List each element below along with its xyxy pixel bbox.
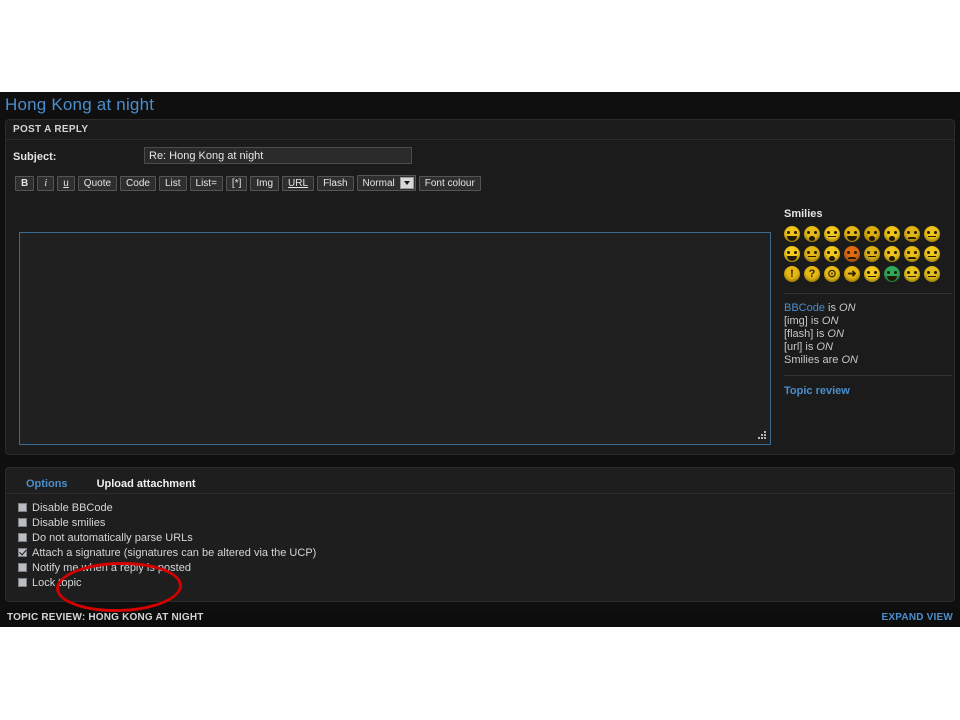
url-button[interactable]: URL (282, 176, 314, 191)
smiley-grin-icon[interactable] (784, 226, 800, 242)
smiley-arrow-icon[interactable]: ➜ (844, 266, 860, 282)
subject-label: Subject: (13, 151, 56, 163)
option-disable-bbcode[interactable]: Disable BBCode (18, 500, 316, 515)
smiley-sad-icon[interactable] (904, 226, 920, 242)
bbcode-toolbar: B i u Quote Code List List= [*] Img URL … (15, 175, 481, 191)
page-title: Hong Kong at night (5, 95, 154, 115)
bbcode-status-state: ON (839, 302, 856, 314)
smiley-love-icon[interactable] (884, 246, 900, 262)
bbcode-status-tag: [img] (784, 315, 808, 327)
topic-review-bar: Topic review: Hong Kong at night Expand … (0, 610, 960, 627)
option-notify-reply[interactable]: Notify me when a reply is posted (18, 560, 316, 575)
chevron-down-icon[interactable] (400, 177, 414, 189)
smiley-surprised-icon[interactable] (864, 226, 880, 242)
options-tabs: Options Upload attachment (18, 475, 204, 494)
code-button[interactable]: Code (120, 176, 156, 191)
smiley-cool-icon[interactable] (924, 226, 940, 242)
smiley-question-icon[interactable]: ? (804, 266, 820, 282)
font-colour-button[interactable]: Font colour (419, 176, 481, 191)
bbcode-status-list: BBCode is ON[img] is ON[flash] is ON[url… (784, 293, 952, 366)
checkbox-icon[interactable] (18, 518, 27, 527)
checkbox-icon[interactable] (18, 533, 27, 542)
page-root: Hong Kong at night Post a reply Subject:… (0, 0, 960, 720)
checkbox-icon[interactable] (18, 563, 27, 572)
bbcode-status-row: BBCode is ON (784, 302, 952, 314)
message-textarea[interactable] (19, 232, 771, 445)
font-size-select[interactable]: Normal (357, 175, 416, 191)
bbcode-status-state: ON (822, 315, 839, 327)
post-options-list: Disable BBCode Disable smilies Do not auto… (18, 500, 316, 590)
smilies-panel: Smilies !?⊙➜ BBCode is ON[img] is ON[fla… (784, 208, 952, 397)
option-attach-signature[interactable]: Attach a signature (signatures can be al… (18, 545, 316, 560)
flash-button[interactable]: Flash (317, 176, 353, 191)
topic-review-title: Topic review: Hong Kong at night (7, 612, 204, 623)
checkbox-icon[interactable] (18, 578, 27, 587)
option-label: Attach a signature (signatures can be al… (32, 547, 316, 559)
option-lock-topic[interactable]: Lock topic (18, 575, 316, 590)
option-label: Do not automatically parse URLs (32, 532, 193, 544)
list-item-button[interactable]: [*] (226, 176, 247, 191)
smiley-smile-icon[interactable] (804, 226, 820, 242)
topic-review-link[interactable]: Topic review (784, 375, 952, 397)
smiley-shocked-icon[interactable] (884, 226, 900, 242)
option-label: Lock topic (32, 577, 82, 589)
smiley-mad-icon[interactable] (844, 246, 860, 262)
bbcode-status-state: ON (841, 354, 858, 366)
subject-input[interactable] (144, 147, 412, 164)
underline-button[interactable]: u (57, 176, 75, 191)
font-size-selected-label: Normal (363, 178, 395, 189)
bold-button[interactable]: B (15, 176, 34, 191)
bbcode-status-tag: [flash] (784, 328, 813, 340)
smiley-geek-icon[interactable] (904, 266, 920, 282)
smiley-tongue-icon[interactable] (824, 246, 840, 262)
tab-options[interactable]: Options (18, 475, 76, 494)
option-no-parse-urls[interactable]: Do not automatically parse URLs (18, 530, 316, 545)
option-disable-smilies[interactable]: Disable smilies (18, 515, 316, 530)
smiley-shades-icon[interactable] (924, 246, 940, 262)
smiley-confused-icon[interactable] (864, 246, 880, 262)
post-reply-heading: Post a reply (6, 120, 954, 140)
smiley-neutral2-icon[interactable] (864, 266, 880, 282)
options-panel: Options Upload attachment Disable BBCode… (5, 467, 955, 602)
forum-content-area: Hong Kong at night Post a reply Subject:… (0, 92, 960, 627)
smilies-title: Smilies (784, 208, 952, 220)
bbcode-status-state: ON (816, 341, 833, 353)
smiley-wink-icon[interactable] (804, 246, 820, 262)
bbcode-status-row: [url] is ON (784, 341, 952, 353)
bbcode-status-tag: Smilies (784, 354, 819, 366)
smiley-cry-icon[interactable] (904, 246, 920, 262)
smiley-lol-icon[interactable] (784, 246, 800, 262)
list-button[interactable]: List (159, 176, 187, 191)
options-divider (6, 493, 954, 494)
smiley-laugh-icon[interactable] (844, 226, 860, 242)
bbcode-status-state: ON (827, 328, 844, 340)
option-label: Disable BBCode (32, 502, 113, 514)
smilies-grid: !?⊙➜ (784, 226, 950, 282)
smiley-exclaim-icon[interactable]: ! (784, 266, 800, 282)
smiley-neutral-icon[interactable] (824, 226, 840, 242)
bbcode-status-row: [flash] is ON (784, 328, 952, 340)
expand-view-link[interactable]: Expand view (882, 612, 953, 623)
image-button[interactable]: Img (250, 176, 279, 191)
bbcode-status-row: [img] is ON (784, 315, 952, 327)
tab-upload-attachment[interactable]: Upload attachment (89, 475, 204, 494)
option-label: Disable smilies (32, 517, 105, 529)
italic-button[interactable]: i (37, 176, 54, 191)
smiley-mrgreen-icon[interactable] (884, 266, 900, 282)
bbcode-status-tag: [url] (784, 341, 802, 353)
post-reply-panel: Post a reply Subject: B i u Quote Code L… (5, 119, 955, 455)
smiley-idea-icon[interactable]: ⊙ (824, 266, 840, 282)
bbcode-status-row: Smilies are ON (784, 354, 952, 366)
smiley-ugeek-icon[interactable] (924, 266, 940, 282)
quote-button[interactable]: Quote (78, 176, 117, 191)
bbcode-status-tag[interactable]: BBCode (784, 302, 825, 314)
ordered-list-button[interactable]: List= (190, 176, 223, 191)
checkbox-icon[interactable] (18, 503, 27, 512)
checkbox-checked-icon[interactable] (18, 548, 27, 557)
option-label: Notify me when a reply is posted (32, 562, 191, 574)
